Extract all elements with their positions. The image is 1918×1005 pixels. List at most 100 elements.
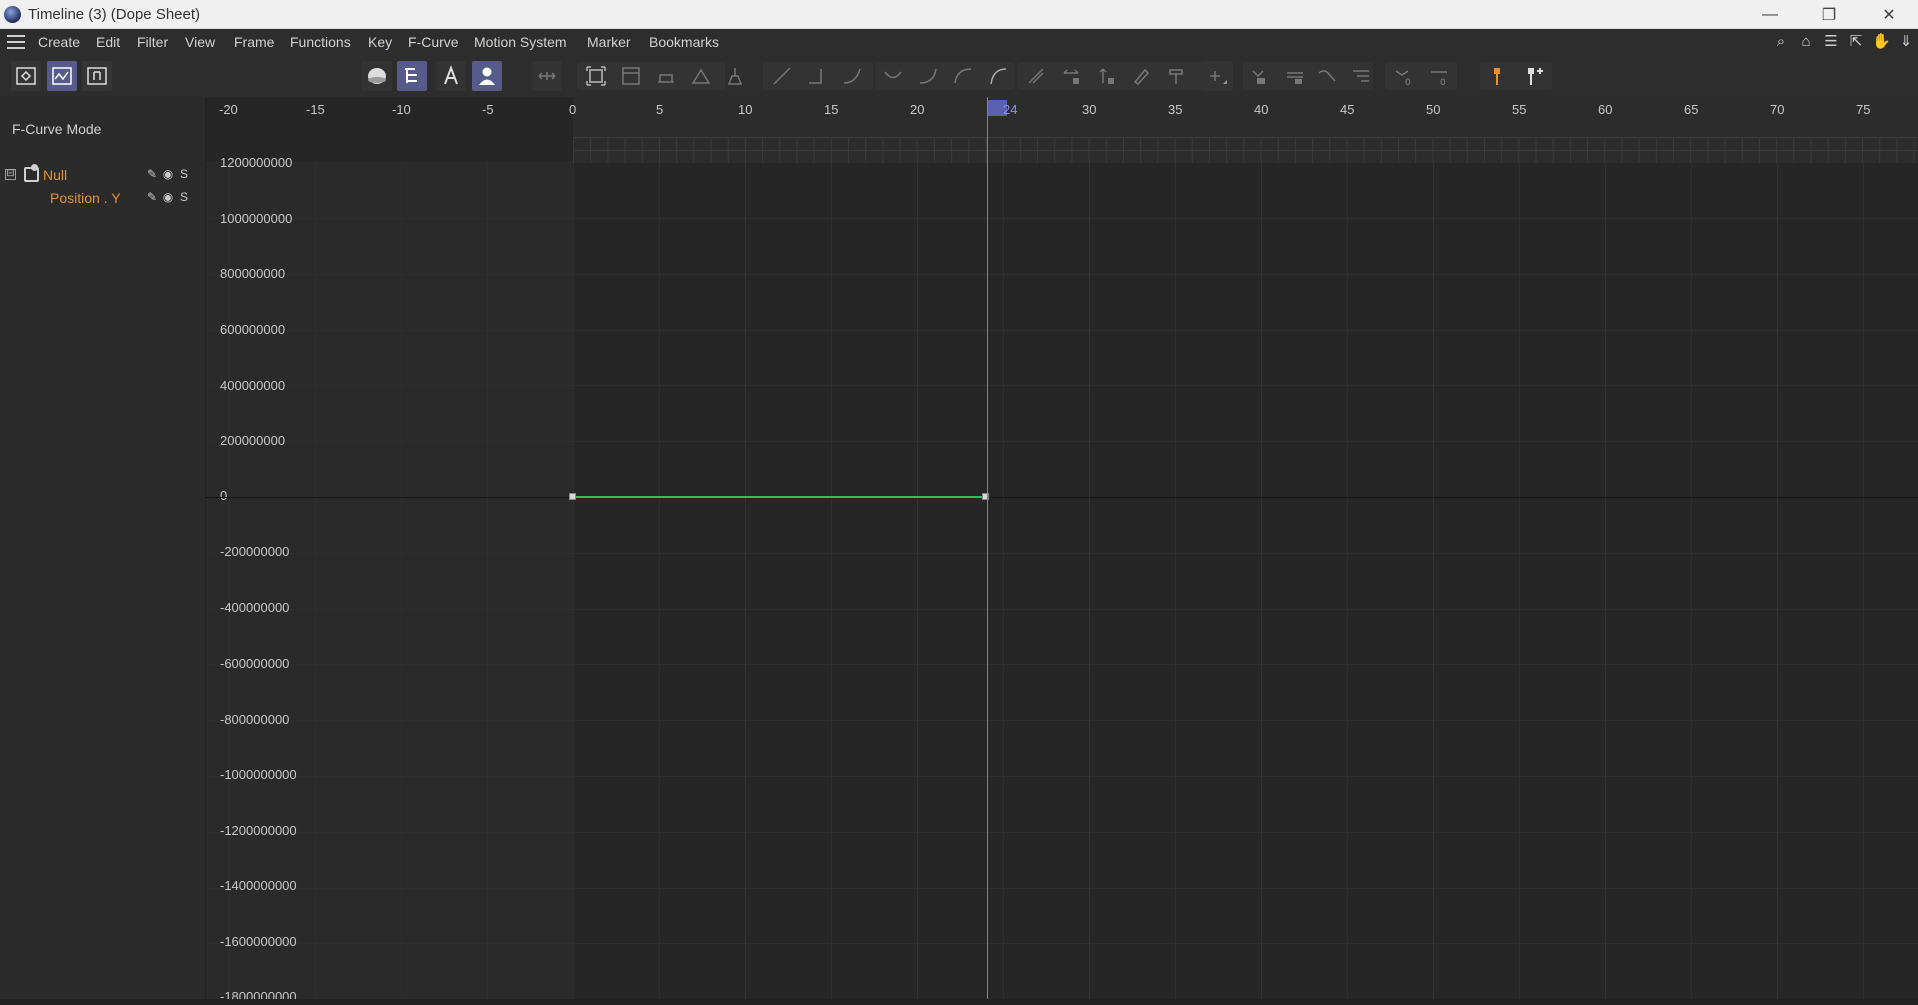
text-A-icon[interactable] <box>436 61 466 91</box>
grid-vline <box>1605 163 1606 999</box>
menu-edit[interactable]: Edit <box>96 34 120 50</box>
grid-hline <box>206 943 1918 945</box>
tree-row-position-y[interactable]: Position . Y ✎ ◉ S <box>0 187 206 209</box>
hamburger-menu-icon[interactable] <box>7 35 25 49</box>
tree-label-position-y[interactable]: Position . Y <box>50 190 121 206</box>
frame-all-icon[interactable] <box>581 61 611 91</box>
search-icon[interactable]: ⌕ <box>1772 33 1790 51</box>
curve-flatten-icon[interactable] <box>1312 61 1342 91</box>
menu-key[interactable]: Key <box>368 34 392 50</box>
value-tick: -1800000000 <box>220 989 297 999</box>
person-icon[interactable] <box>472 61 502 91</box>
break-tangent-icon[interactable] <box>1021 61 1051 91</box>
tangent-icon[interactable] <box>686 61 716 91</box>
tree-row-null[interactable]: ⊟ Null ✎ ◉ S <box>0 164 206 186</box>
menu-functions[interactable]: Functions <box>290 34 351 50</box>
tree-label-null[interactable]: Null <box>43 167 67 183</box>
sphere-icon[interactable] <box>362 61 392 91</box>
ease-out-icon[interactable] <box>948 61 978 91</box>
snap-keys-icon[interactable] <box>1203 61 1233 91</box>
hierarchy-icon[interactable] <box>397 61 427 91</box>
snap-icon[interactable] <box>651 61 681 91</box>
key-reduction-icon[interactable] <box>1346 61 1376 91</box>
grid-vline <box>1777 163 1778 999</box>
close-button[interactable]: ✕ <box>1860 0 1918 29</box>
eye-icon[interactable]: ◉ <box>161 190 175 204</box>
pen-icon[interactable] <box>1126 61 1156 91</box>
toolbar: 0 0 <box>0 56 1918 97</box>
grid-hline <box>206 887 1918 889</box>
value-tick: -200000000 <box>220 544 290 559</box>
frame-tick: 60 <box>1598 102 1613 117</box>
zero-length-icon[interactable]: 0 <box>1424 61 1454 91</box>
value-tick: 1200000000 <box>220 155 293 170</box>
eye-icon[interactable]: ◉ <box>161 167 175 181</box>
lock-tangent-angle-icon[interactable] <box>1056 61 1086 91</box>
home-icon[interactable]: ⌂ <box>1797 33 1815 51</box>
marker-icon[interactable] <box>1482 61 1512 91</box>
broom-icon[interactable] <box>720 61 750 91</box>
row-icons: ✎ ◉ S <box>145 167 191 181</box>
collapse-icon[interactable]: ⊟ <box>5 169 16 180</box>
lock-tangent-length-icon[interactable] <box>1091 61 1121 91</box>
edit-icon[interactable]: ✎ <box>145 190 159 204</box>
menu-filter[interactable]: Filter <box>137 34 168 50</box>
grid-vline <box>573 163 574 999</box>
grid-vline <box>831 163 832 999</box>
open-window-icon[interactable]: ⇱ <box>1847 33 1865 51</box>
grid-vline <box>1261 163 1262 999</box>
grid-vline <box>1691 163 1692 999</box>
frame-selected-icon[interactable] <box>616 61 646 91</box>
value-tick: 1000000000 <box>220 211 293 226</box>
ease-in-icon[interactable] <box>913 61 943 91</box>
grid-hline <box>206 776 1918 777</box>
ease-both-icon[interactable] <box>878 61 908 91</box>
menu-frame[interactable]: Frame <box>234 34 274 50</box>
grid-hline <box>206 720 1918 722</box>
filter-icon[interactable]: ☰ <box>1822 33 1840 51</box>
frame-ruler[interactable]: -20 -15 -10 -5 0 5 10 15 20 30 35 40 45 … <box>206 97 1918 163</box>
grid-hline <box>206 608 1918 610</box>
grid-hline <box>206 441 1918 443</box>
menu-marker[interactable]: Marker <box>587 34 631 50</box>
add-marker-icon[interactable] <box>1519 61 1549 91</box>
step-interp-icon[interactable] <box>802 61 832 91</box>
maximize-button[interactable]: ❐ <box>1800 0 1858 29</box>
keyframe[interactable] <box>569 493 576 500</box>
menu-motion-system[interactable]: Motion System <box>474 34 567 50</box>
ease-ease-icon[interactable] <box>983 61 1013 91</box>
playhead-line[interactable] <box>987 97 988 999</box>
linear-interp-icon[interactable] <box>767 61 797 91</box>
value-tick: -1400000000 <box>220 878 297 893</box>
menu-fcurve[interactable]: F-Curve <box>408 34 459 50</box>
hand-icon[interactable]: ✋ <box>1872 33 1891 51</box>
zero-angle-icon[interactable]: 0 <box>1389 61 1419 91</box>
menu-bookmarks[interactable]: Bookmarks <box>649 34 719 50</box>
dope-sheet-mode-icon[interactable] <box>11 61 41 91</box>
grid-hline <box>206 385 1918 387</box>
svg-text:0: 0 <box>1440 78 1446 87</box>
solo-icon[interactable]: S <box>177 190 191 204</box>
grid-vline <box>487 163 488 999</box>
value-tick: 200000000 <box>220 433 286 448</box>
spline-interp-icon[interactable] <box>837 61 867 91</box>
grid-hline <box>206 552 1918 554</box>
pin-icon[interactable]: ⇓ <box>1897 33 1915 51</box>
motion-clip-mode-icon[interactable] <box>82 61 112 91</box>
hammer-icon[interactable] <box>1161 61 1191 91</box>
key-lock-value-icon[interactable] <box>1280 61 1310 91</box>
menu-view[interactable]: View <box>185 34 215 50</box>
curve-segment-position-y[interactable] <box>573 496 986 498</box>
solo-icon[interactable]: S <box>177 167 191 181</box>
move-tool-icon[interactable] <box>532 61 562 91</box>
grid-hline <box>206 218 1918 219</box>
key-lock-time-icon[interactable] <box>1245 61 1275 91</box>
edit-icon[interactable]: ✎ <box>145 167 159 181</box>
fcurve-graph[interactable]: -20 -15 -10 -5 0 5 10 15 20 30 35 40 45 … <box>206 97 1918 999</box>
pre-range-shade <box>206 163 573 999</box>
menu-create[interactable]: Create <box>38 34 80 50</box>
svg-text:0: 0 <box>1405 78 1411 87</box>
value-tick: -800000000 <box>220 712 290 727</box>
minimize-button[interactable]: — <box>1741 0 1799 29</box>
fcurve-mode-icon[interactable] <box>47 61 77 91</box>
